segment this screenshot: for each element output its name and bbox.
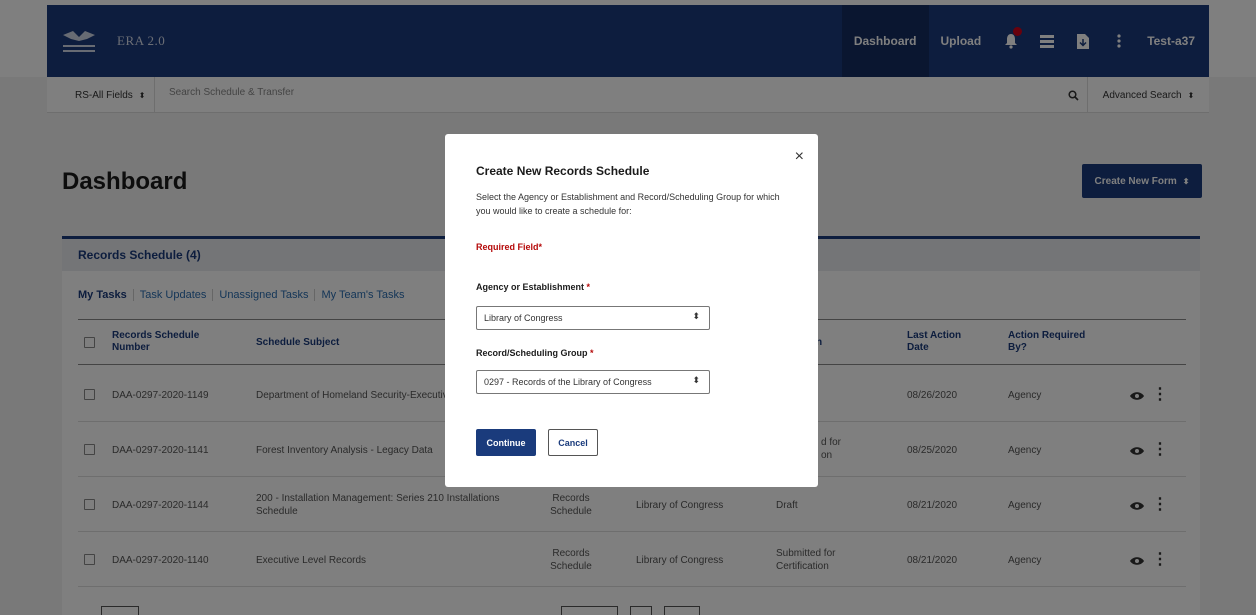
close-icon[interactable]: × bbox=[795, 148, 804, 166]
required-star: * bbox=[586, 282, 591, 292]
cancel-button[interactable]: Cancel bbox=[548, 429, 598, 456]
agency-select[interactable]: Library of Congress ⬍ bbox=[476, 306, 710, 330]
group-select-value: 0297 - Records of the Library of Congres… bbox=[484, 377, 652, 387]
required-field-note: Required Field* bbox=[476, 242, 543, 252]
agency-select-value: Library of Congress bbox=[484, 313, 563, 323]
modal-description: Select the Agency or Establishment and R… bbox=[476, 192, 780, 216]
modal-title: Create New Records Schedule bbox=[476, 164, 650, 178]
create-records-schedule-modal: × Create New Records Schedule Select the… bbox=[445, 134, 818, 487]
scheduling-group-select[interactable]: 0297 - Records of the Library of Congres… bbox=[476, 370, 710, 394]
group-field-label: Record/Scheduling Group * bbox=[476, 348, 594, 358]
agency-label-text: Agency or Establishment bbox=[476, 282, 585, 292]
continue-button[interactable]: Continue bbox=[476, 429, 536, 456]
sort-arrows-icon: ⬍ bbox=[692, 375, 700, 385]
sort-arrows-icon: ⬍ bbox=[692, 311, 700, 321]
required-star: * bbox=[590, 348, 594, 358]
agency-field-label: Agency or Establishment * bbox=[476, 282, 590, 292]
group-label-text: Record/Scheduling Group bbox=[476, 348, 588, 358]
